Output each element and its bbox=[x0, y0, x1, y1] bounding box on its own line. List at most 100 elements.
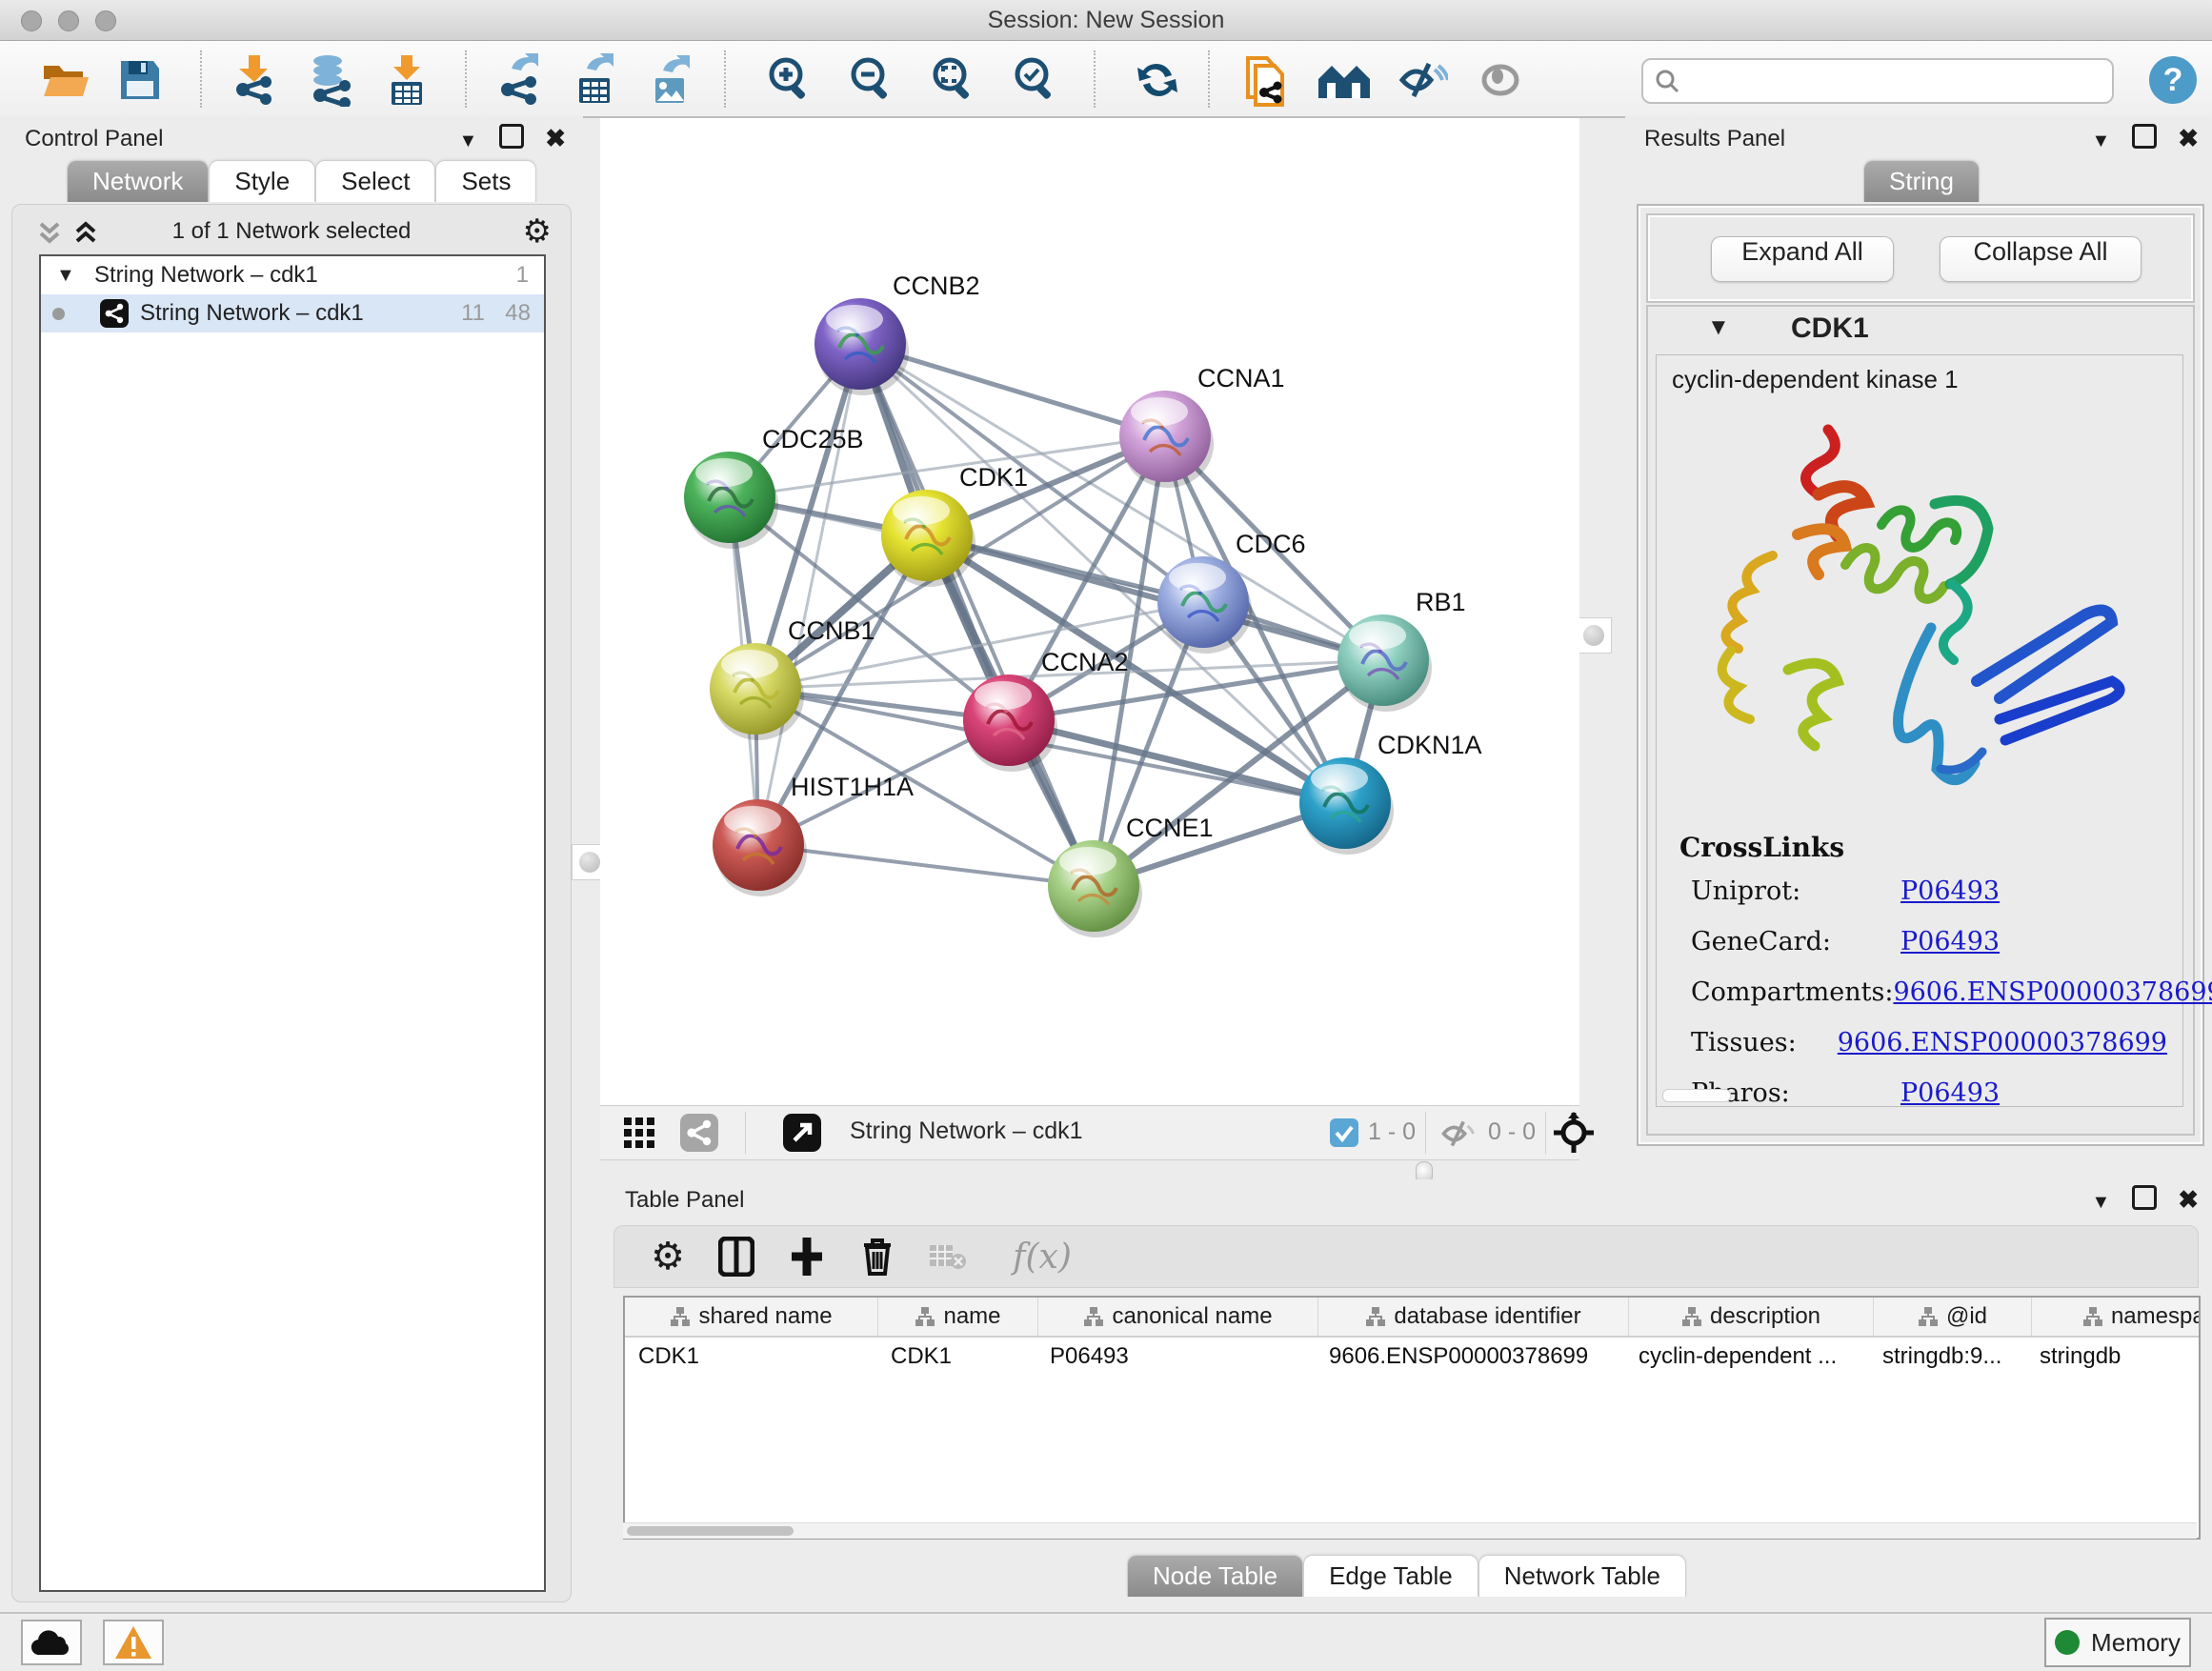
tree-expander-icon[interactable]: ▼ bbox=[56, 256, 75, 294]
open-session-button[interactable] bbox=[38, 52, 93, 108]
network-canvas[interactable]: CCNB2CCNA1CDC25BCDK1CDC6RB1CCNB1CCNA2CDK… bbox=[600, 118, 1579, 1105]
show-columns-button[interactable] bbox=[714, 1234, 759, 1279]
panel-close-icon[interactable]: ✖ bbox=[2178, 1185, 2199, 1215]
show-panel-button[interactable] bbox=[1473, 52, 1528, 108]
panel-float-icon[interactable] bbox=[2132, 1185, 2157, 1210]
node-HIST1H1A[interactable]: HIST1H1A bbox=[713, 773, 914, 896]
crosslink-link[interactable]: 9606.ENSP00000378699 bbox=[1893, 977, 2212, 1007]
gear-icon[interactable]: ⚙ bbox=[523, 212, 552, 251]
tab-select[interactable]: Select bbox=[315, 160, 435, 202]
node-label-CDK1: CDK1 bbox=[959, 463, 1028, 492]
results-scrollbar-thumb[interactable] bbox=[1662, 1089, 1731, 1102]
export-network-button[interactable] bbox=[492, 52, 547, 108]
node-table[interactable]: shared name name canonical namedatabase id… bbox=[623, 1296, 2201, 1540]
column-header-label: name bbox=[943, 1303, 1000, 1330]
export-table-button[interactable] bbox=[568, 52, 623, 108]
toolbar-search[interactable] bbox=[1641, 58, 2114, 104]
column-header-name[interactable]: name bbox=[878, 1298, 1038, 1336]
help-button[interactable]: ? bbox=[2145, 52, 2201, 108]
tab-network-table[interactable]: Network Table bbox=[1478, 1555, 1686, 1597]
cell-name[interactable]: CDK1 bbox=[877, 1338, 1036, 1376]
panel-close-icon[interactable]: ✖ bbox=[545, 124, 566, 153]
network-share-badge-icon[interactable] bbox=[680, 1114, 718, 1152]
network-selected-status: 1 of 1 Network selected bbox=[12, 218, 571, 245]
node-CDKN1A[interactable]: CDKN1A bbox=[1299, 731, 1482, 855]
tab-network[interactable]: Network bbox=[67, 160, 209, 202]
zoom-in-button[interactable] bbox=[762, 52, 817, 108]
column-header-namespace[interactable]: namespace bbox=[2032, 1298, 2201, 1336]
node-section-header[interactable]: ▼ CDK1 bbox=[1648, 307, 2193, 352]
cell-@id[interactable]: stringdb:9... bbox=[1869, 1338, 2026, 1376]
vertical-splitter-right[interactable] bbox=[1576, 617, 1612, 654]
cell-database-identifier[interactable]: 9606.ENSP00000378699 bbox=[1316, 1338, 1625, 1376]
birds-eye-view-icon[interactable] bbox=[1553, 1112, 1595, 1154]
import-network-file-button[interactable] bbox=[227, 52, 282, 108]
cell-canonical-name[interactable]: P06493 bbox=[1036, 1338, 1316, 1376]
node-CCNA1[interactable]: CCNA1 bbox=[1119, 364, 1285, 488]
selected-checkbox-icon[interactable] bbox=[1330, 1118, 1358, 1147]
tab-string[interactable]: String bbox=[1863, 160, 1980, 202]
node-RB1[interactable]: RB1 bbox=[1337, 588, 1466, 712]
panel-close-icon[interactable]: ✖ bbox=[2178, 124, 2199, 153]
column-header-description[interactable]: description bbox=[1629, 1298, 1874, 1336]
apply-layout-button[interactable] bbox=[1130, 52, 1185, 108]
table-settings-button[interactable]: ⚙ bbox=[645, 1234, 691, 1279]
collection-label: String Network – cdk1 bbox=[94, 256, 318, 294]
tab-style[interactable]: Style bbox=[209, 160, 315, 202]
delete-column-button[interactable] bbox=[855, 1234, 900, 1279]
edge-CCNB2-HIST1H1A[interactable] bbox=[758, 344, 860, 845]
table-panel-title: Table Panel bbox=[625, 1187, 744, 1214]
cell-shared-name[interactable]: CDK1 bbox=[625, 1338, 877, 1376]
crosslink-link[interactable]: 9606.ENSP00000378699 bbox=[1838, 1028, 2167, 1057]
cell-namespace[interactable]: stringdb bbox=[2026, 1338, 2201, 1376]
save-session-button[interactable] bbox=[112, 52, 168, 108]
string-import-button[interactable] bbox=[1238, 52, 1294, 108]
zoom-fit-button[interactable] bbox=[926, 52, 981, 108]
memory-button[interactable]: Memory bbox=[2044, 1618, 2191, 1667]
function-builder-button[interactable]: f(x) bbox=[999, 1234, 1085, 1279]
cell-description[interactable]: cyclin-dependent ... bbox=[1625, 1338, 1869, 1376]
node-CDK1[interactable]: CDK1 bbox=[881, 463, 1028, 587]
grid-view-icon[interactable] bbox=[623, 1117, 655, 1149]
table-horizontal-scrollbar[interactable] bbox=[623, 1522, 2197, 1539]
crosslink-link[interactable]: P06493 bbox=[1900, 876, 2000, 906]
search-input[interactable] bbox=[1687, 62, 2101, 98]
tab-sets[interactable]: Sets bbox=[435, 160, 536, 202]
node-CCNB2[interactable]: CCNB2 bbox=[814, 272, 980, 395]
panel-collapse-icon[interactable]: ▼ bbox=[459, 131, 478, 152]
table-scrollbar-thumb[interactable] bbox=[627, 1526, 794, 1536]
import-table-button[interactable] bbox=[379, 52, 434, 108]
node-CCNE1[interactable]: CCNE1 bbox=[1048, 814, 1214, 937]
cloud-button[interactable] bbox=[21, 1620, 82, 1665]
hidden-eye-icon[interactable] bbox=[1438, 1117, 1478, 1150]
create-column-button[interactable] bbox=[784, 1234, 830, 1279]
zoom-selected-button[interactable] bbox=[1008, 52, 1063, 108]
panel-float-icon[interactable] bbox=[2132, 124, 2157, 149]
warnings-button[interactable] bbox=[103, 1620, 164, 1665]
column-header-canonical-name[interactable]: canonical name bbox=[1038, 1298, 1318, 1336]
panel-collapse-icon[interactable]: ▼ bbox=[2092, 131, 2111, 152]
section-collapse-icon[interactable]: ▼ bbox=[1707, 314, 1730, 341]
crosslink-link[interactable]: P06493 bbox=[1900, 927, 2000, 956]
import-network-database-button[interactable] bbox=[303, 52, 358, 108]
column-header-shared-name[interactable]: shared name bbox=[625, 1298, 878, 1336]
edge-HIST1H1A-CCNE1[interactable] bbox=[758, 845, 1094, 886]
collapse-all-button[interactable]: Collapse All bbox=[1940, 236, 2142, 282]
tab-node-table[interactable]: Node Table bbox=[1127, 1555, 1303, 1597]
delete-table-button[interactable] bbox=[925, 1234, 971, 1279]
network-row-selected[interactable]: String Network – cdk1 11 48 bbox=[41, 294, 544, 332]
export-image-button[interactable] bbox=[644, 52, 699, 108]
node-table-row[interactable]: CDK1CDK1P064939606.ENSP00000378699cyclin… bbox=[625, 1338, 2199, 1376]
string-home-button[interactable] bbox=[1317, 52, 1372, 108]
crosslink-link[interactable]: P06493 bbox=[1900, 1078, 2000, 1108]
column-header-@id[interactable]: @id bbox=[1874, 1298, 2032, 1336]
tab-edge-table[interactable]: Edge Table bbox=[1303, 1555, 1478, 1597]
panel-collapse-icon[interactable]: ▼ bbox=[2092, 1192, 2111, 1214]
network-collection-row[interactable]: ▼ String Network – cdk1 1 bbox=[41, 256, 544, 294]
panel-float-icon[interactable] bbox=[499, 124, 524, 149]
column-header-database-identifier[interactable]: database identifier bbox=[1318, 1298, 1629, 1336]
expand-all-button[interactable]: Expand All bbox=[1711, 236, 1894, 282]
open-in-new-icon[interactable] bbox=[783, 1114, 821, 1152]
zoom-out-button[interactable] bbox=[844, 52, 899, 108]
hide-panel-button[interactable] bbox=[1395, 52, 1450, 108]
